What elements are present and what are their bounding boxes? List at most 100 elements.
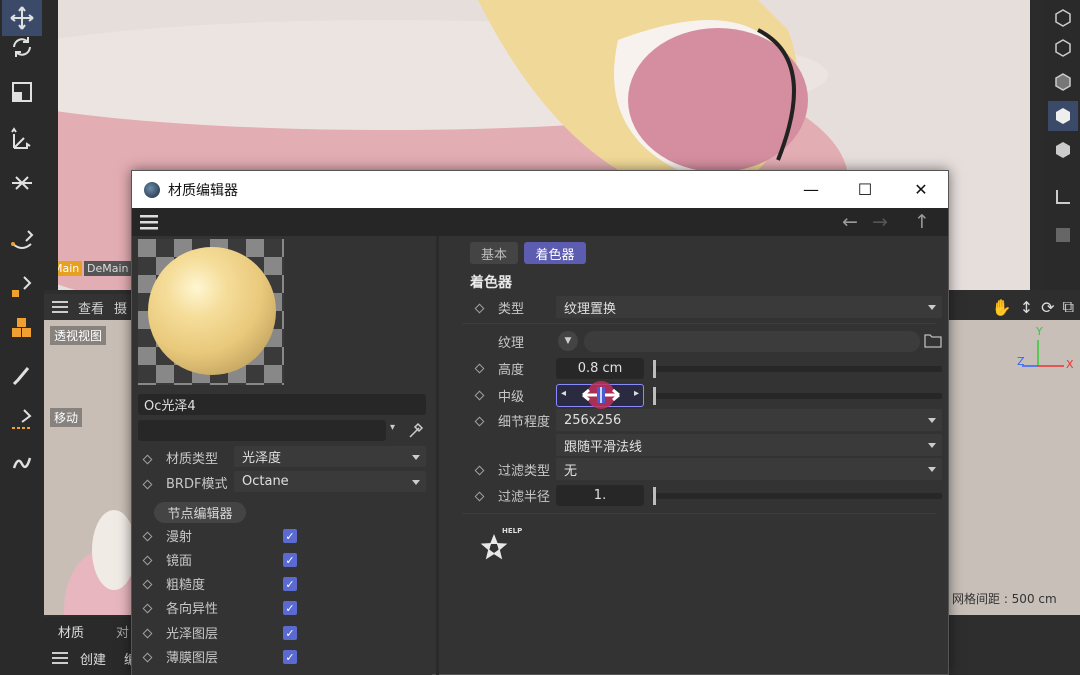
menu-view[interactable]: 查看 — [78, 298, 104, 317]
menu-create[interactable]: 创建 — [80, 649, 106, 668]
solo-icon[interactable] — [1048, 220, 1078, 250]
filter-radius-field[interactable]: 1. — [556, 485, 644, 506]
model-mode-icon[interactable] — [1048, 101, 1078, 131]
decrement-arrow-icon[interactable]: ◂ — [561, 388, 566, 399]
keyframe-diamond-icon[interactable] — [142, 454, 153, 465]
channel-checkbox[interactable]: ✓ — [283, 529, 297, 543]
pen-point-icon[interactable] — [2, 268, 42, 304]
tab-basic[interactable]: 基本 — [470, 242, 518, 264]
channel-checkbox[interactable]: ✓ — [283, 650, 297, 664]
minimize-button[interactable]: — — [788, 171, 834, 208]
texture-mode-icon[interactable] — [1048, 135, 1078, 165]
back-arrow-icon[interactable]: ← — [842, 211, 858, 233]
transform-icon[interactable] — [2, 165, 42, 201]
help-label: HELP — [502, 527, 523, 535]
window-titlebar[interactable]: 材质编辑器 — ☐ ✕ — [132, 171, 948, 208]
material-type-dropdown[interactable]: 光泽度 — [234, 446, 426, 467]
height-field[interactable]: 0.8 cm — [556, 358, 644, 379]
keyframe-diamond-icon[interactable] — [142, 579, 153, 590]
scale-tool-icon[interactable] — [2, 74, 42, 110]
keyframe-diamond-icon[interactable] — [474, 363, 485, 374]
chevron-down-icon — [928, 467, 936, 472]
folder-icon[interactable] — [924, 332, 942, 348]
menu-camera[interactable]: 摄 — [114, 298, 127, 317]
type-dropdown[interactable]: 纹理置换 — [556, 296, 942, 318]
brush-icon[interactable] — [2, 358, 42, 394]
forward-arrow-icon[interactable]: → — [872, 211, 888, 233]
tab-shader[interactable]: 着色器 — [524, 242, 586, 264]
maximize-button[interactable]: ☐ — [842, 171, 888, 208]
texture-menu-button[interactable]: ▼ — [558, 331, 578, 351]
brdf-mode-value: Octane — [242, 474, 289, 489]
sculpt-icon[interactable] — [2, 446, 42, 482]
keyframe-diamond-icon[interactable] — [474, 465, 485, 476]
mid-level-field[interactable]: ◂ ▸ — [556, 381, 644, 409]
hand-icon[interactable]: ✋ — [992, 298, 1012, 317]
cubes-icon[interactable] — [2, 310, 42, 346]
move-axis-icon[interactable] — [2, 122, 42, 158]
channel-checkbox[interactable]: ✓ — [283, 626, 297, 640]
material-name-field[interactable]: Oc光泽4 — [138, 394, 426, 415]
tab-material[interactable]: 材质 — [58, 622, 84, 641]
keyframe-diamond-icon[interactable] — [142, 603, 153, 614]
normal-mode-dropdown[interactable]: 跟随平滑法线 — [556, 434, 942, 456]
increment-arrow-icon[interactable]: ▸ — [634, 388, 639, 399]
eyedropper-icon[interactable] — [406, 420, 426, 440]
knife-icon[interactable] — [2, 402, 42, 438]
detail-level-value: 256x256 — [564, 412, 622, 428]
up-arrow-icon[interactable]: ↑ — [914, 211, 930, 233]
keyframe-diamond-icon[interactable] — [474, 416, 485, 427]
height-slider[interactable] — [652, 366, 942, 372]
mid-level-slider[interactable] — [652, 393, 942, 399]
null-object-icon[interactable] — [1048, 3, 1078, 33]
tab-object[interactable]: 对 — [116, 622, 129, 641]
filter-type-dropdown[interactable]: 无 — [556, 458, 942, 480]
keyframe-diamond-icon[interactable] — [142, 628, 153, 639]
edge-mode-icon[interactable] — [1048, 67, 1078, 97]
channel-checkbox[interactable]: ✓ — [283, 553, 297, 567]
keyframe-diamond-icon[interactable] — [474, 303, 485, 314]
hamburger-menu-icon[interactable] — [140, 214, 158, 230]
filter-radius-slider-handle[interactable] — [653, 487, 656, 505]
grid-spacing: 网格间距 : 500 cm — [952, 592, 1057, 606]
height-slider-handle[interactable] — [653, 360, 656, 378]
workplane-icon[interactable] — [1048, 182, 1078, 212]
pane-divider[interactable] — [436, 236, 439, 675]
point-mode-icon[interactable] — [1048, 33, 1078, 63]
detail-level-dropdown[interactable]: 256x256 — [556, 409, 942, 431]
material-preview[interactable] — [138, 239, 284, 385]
divider — [462, 513, 936, 514]
keyframe-diamond-icon[interactable] — [474, 491, 485, 502]
channel-label: 粗糙度 — [166, 578, 206, 593]
orbit-icon[interactable]: ⟳ — [1041, 298, 1054, 317]
rotate-tool-icon[interactable] — [2, 29, 42, 65]
right-viewport[interactable]: Y X Z 网格间距 : 500 cm — [948, 320, 1080, 615]
normal-mode-value: 跟随平滑法线 — [564, 439, 643, 455]
keyframe-diamond-icon[interactable] — [142, 531, 153, 542]
material-search-field[interactable] — [138, 420, 386, 441]
channel-checkbox[interactable]: ✓ — [283, 577, 297, 591]
spline-pen-icon[interactable] — [2, 222, 42, 258]
keyframe-diamond-icon[interactable] — [142, 555, 153, 566]
octane-help-icon[interactable] — [476, 530, 512, 566]
node-editor-button[interactable]: 节点编辑器 — [154, 502, 246, 523]
menu-icon[interactable] — [52, 301, 68, 313]
perspective-viewport[interactable]: 透视视图 移动 — [44, 320, 134, 615]
mid-level-slider-handle[interactable] — [653, 387, 656, 405]
keyframe-diamond-icon[interactable] — [142, 479, 153, 490]
viewport-left-border — [44, 0, 58, 290]
close-button[interactable]: ✕ — [898, 171, 944, 208]
maximize-view-icon[interactable]: ⧉ — [1063, 297, 1074, 317]
demain-tag: DeMain — [84, 261, 132, 276]
dolly-icon[interactable]: ↕ — [1020, 298, 1033, 317]
keyframe-diamond-icon[interactable] — [474, 390, 485, 401]
material-list-pane: Oc光泽4 ▾ 材质类型 光泽度 BRDF模式 Octane 节点编辑器 漫射 … — [132, 236, 432, 675]
channel-checkbox[interactable]: ✓ — [283, 601, 297, 615]
chevron-down-icon[interactable]: ▾ — [390, 422, 395, 433]
keyframe-diamond-icon[interactable] — [142, 652, 153, 663]
axis-x-label: X — [1066, 358, 1074, 371]
brdf-mode-dropdown[interactable]: Octane — [234, 471, 426, 492]
filter-radius-slider[interactable] — [652, 493, 942, 499]
menu-icon[interactable] — [52, 652, 68, 664]
texture-slot[interactable] — [584, 331, 920, 352]
